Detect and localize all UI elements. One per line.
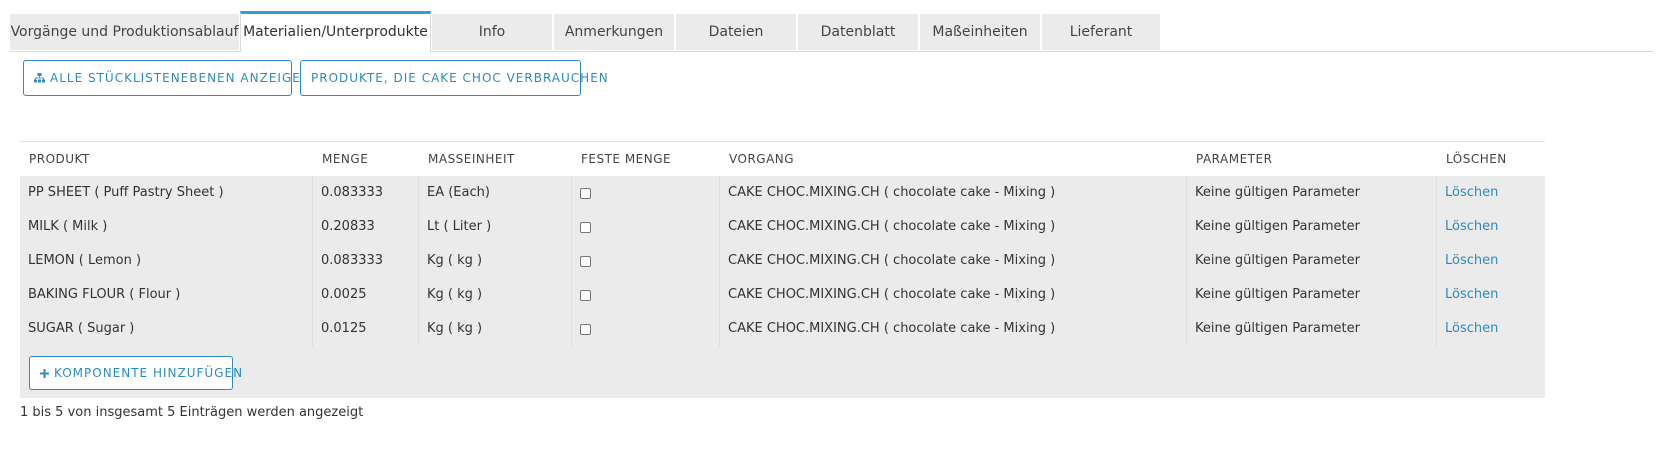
cell-operation: CAKE CHOC.MIXING.CH ( chocolate cake - M… [728,253,1056,268]
cell-parameter: Keine gültigen Parameter [1195,253,1360,268]
cell-product: LEMON ( Lemon ) [28,253,142,268]
cell-quantity: 0.0125 [321,321,367,336]
cell-product: MILK ( Milk ) [28,219,108,234]
sitemap-icon [34,62,45,96]
table-row: LEMON ( Lemon ) 0.083333 Kg ( kg ) CAKE … [20,244,1545,278]
fixed-quantity-checkbox[interactable] [580,324,591,335]
show-bom-levels-button[interactable]: ALLE STÜCKLISTENEBENEN ANZEIGEN [23,60,310,96]
cell-unit: Kg ( kg ) [427,287,483,302]
tab-materials[interactable]: Materialien/Unterprodukte [240,11,431,52]
delete-link[interactable]: Löschen [1437,244,1498,278]
table-row: SUGAR ( Sugar ) 0.0125 Kg ( kg ) CAKE CH… [20,312,1545,346]
products-consuming-button[interactable]: PRODUKTE, DIE CAKE CHOC VERBRAUCHEN [300,60,608,96]
cell-operation: CAKE CHOC.MIXING.CH ( chocolate cake - M… [728,219,1056,234]
cell-product: BAKING FLOUR ( Flour ) [28,287,181,302]
header-unit[interactable]: MASSEINHEIT [419,142,515,176]
fixed-quantity-checkbox[interactable] [580,256,591,267]
cell-operation: CAKE CHOC.MIXING.CH ( chocolate cake - M… [728,321,1056,336]
products-consuming-label: PRODUKTE, DIE CAKE CHOC VERBRAUCHEN [311,71,609,85]
cell-parameter: Keine gültigen Parameter [1195,321,1360,336]
header-fixed-quantity[interactable]: FESTE MENGE [572,142,671,176]
cell-operation: CAKE CHOC.MIXING.CH ( chocolate cake - M… [728,287,1056,302]
plus-icon [40,358,49,390]
tab-bar: Vorgänge und Produktionsablauf Materiali… [10,11,1653,52]
table-header: PRODUKT MENGE MASSEINHEIT FESTE MENGE VO… [20,141,1545,176]
header-operation[interactable]: VORGANG [720,142,794,176]
delete-link[interactable]: Löschen [1437,176,1498,210]
tab-info[interactable]: Info [432,14,552,50]
fixed-quantity-checkbox[interactable] [580,290,591,301]
table-row: BAKING FLOUR ( Flour ) 0.0025 Kg ( kg ) … [20,278,1545,312]
tab-units[interactable]: Maßeinheiten [920,14,1040,50]
table-row: MILK ( Milk ) 0.20833 Lt ( Liter ) CAKE … [20,210,1545,244]
add-component-button[interactable]: KOMPONENTE HINZUFÜGEN [29,356,242,390]
cell-parameter: Keine gültigen Parameter [1195,219,1360,234]
cell-unit: Lt ( Liter ) [427,219,492,234]
cell-unit: Kg ( kg ) [427,253,483,268]
add-component-label: KOMPONENTE HINZUFÜGEN [54,366,244,380]
header-parameter[interactable]: PARAMETER [1187,142,1272,176]
cell-unit: Kg ( kg ) [427,321,483,336]
cell-quantity: 0.083333 [321,253,384,268]
cell-product: PP SHEET ( Puff Pastry Sheet ) [28,185,224,200]
header-quantity[interactable]: MENGE [313,142,368,176]
cell-parameter: Keine gültigen Parameter [1195,185,1360,200]
materials-table: PRODUKT MENGE MASSEINHEIT FESTE MENGE VO… [20,141,1545,398]
cell-product: SUGAR ( Sugar ) [28,321,135,336]
header-delete[interactable]: LÖSCHEN [1437,142,1507,176]
cell-operation: CAKE CHOC.MIXING.CH ( chocolate cake - M… [728,185,1056,200]
cell-quantity: 0.0025 [321,287,367,302]
cell-quantity: 0.083333 [321,185,384,200]
cell-unit: EA (Each) [427,185,490,200]
delete-link[interactable]: Löschen [1437,312,1498,346]
fixed-quantity-checkbox[interactable] [580,188,591,199]
tab-supplier[interactable]: Lieferant [1042,14,1160,50]
cell-parameter: Keine gültigen Parameter [1195,287,1360,302]
header-product[interactable]: PRODUKT [20,142,90,176]
table-body: PP SHEET ( Puff Pastry Sheet ) 0.083333 … [20,176,1545,398]
cell-quantity: 0.20833 [321,219,375,234]
fixed-quantity-checkbox[interactable] [580,222,591,233]
table-info: 1 bis 5 von insgesamt 5 Einträgen werden… [20,405,364,420]
tab-notes[interactable]: Anmerkungen [554,14,674,50]
tab-files[interactable]: Dateien [676,14,796,50]
delete-link[interactable]: Löschen [1437,210,1498,244]
tab-operations[interactable]: Vorgänge und Produktionsablauf [10,14,239,50]
show-bom-levels-label: ALLE STÜCKLISTENEBENEN ANZEIGEN [50,71,311,85]
table-row: PP SHEET ( Puff Pastry Sheet ) 0.083333 … [20,176,1545,210]
tab-datasheet[interactable]: Datenblatt [798,14,918,50]
delete-link[interactable]: Löschen [1437,278,1498,312]
